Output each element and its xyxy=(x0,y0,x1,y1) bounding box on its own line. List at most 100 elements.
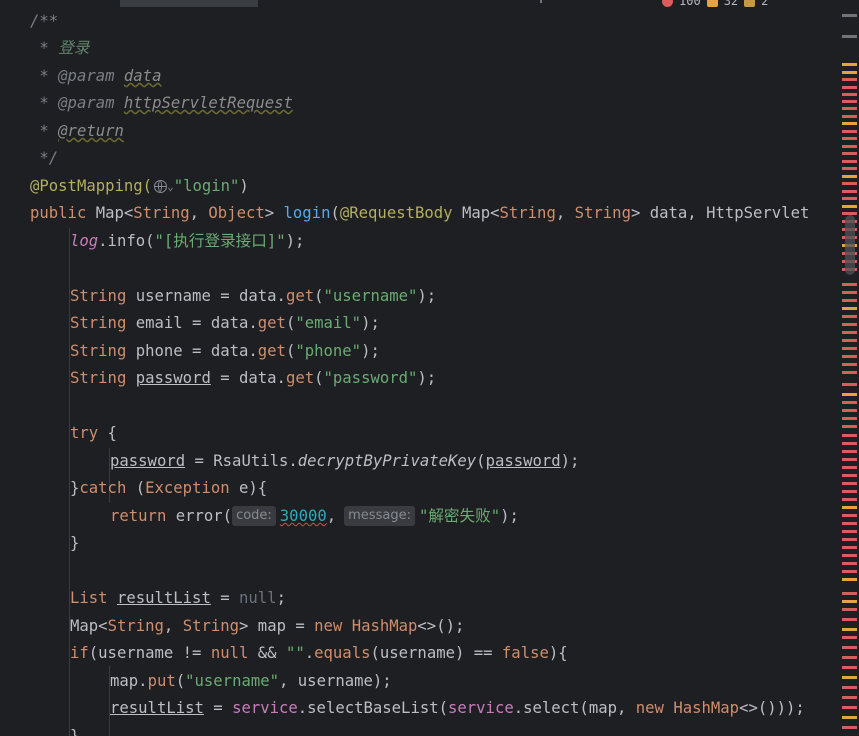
code-line[interactable]: String email = data.get("email"); xyxy=(70,310,380,337)
stripe-mark[interactable] xyxy=(842,137,857,140)
stripe-mark[interactable] xyxy=(842,323,857,326)
stripe-mark[interactable] xyxy=(842,450,857,453)
stripe-mark[interactable] xyxy=(842,160,857,163)
stripe-mark[interactable] xyxy=(842,716,857,719)
stripe-mark[interactable] xyxy=(842,726,857,729)
code-line[interactable]: resultList = service.selectBaseList(serv… xyxy=(110,695,805,722)
code-line[interactable]: }catch (Exception e){ xyxy=(70,475,267,502)
error-stripe[interactable] xyxy=(840,0,859,736)
stripe-mark[interactable] xyxy=(842,100,857,103)
stripe-mark[interactable] xyxy=(842,63,857,66)
stripe-mark[interactable] xyxy=(842,107,857,110)
code-line[interactable]: map.put("username", username); xyxy=(110,668,392,695)
stripe-mark[interactable] xyxy=(842,78,857,81)
stripe-mark[interactable] xyxy=(842,71,857,74)
stripe-mark[interactable] xyxy=(842,401,857,404)
stripe-mark[interactable] xyxy=(842,458,857,461)
stripe-mark[interactable] xyxy=(842,646,857,649)
code-line[interactable]: } xyxy=(70,530,79,557)
stripe-mark[interactable] xyxy=(842,656,857,659)
stripe-mark[interactable] xyxy=(842,383,857,386)
code-line[interactable]: */ xyxy=(30,145,58,172)
stripe-mark[interactable] xyxy=(842,145,857,148)
stripe-mark[interactable] xyxy=(842,152,857,155)
stripe-mark[interactable] xyxy=(842,363,857,366)
stripe-mark[interactable] xyxy=(842,618,857,621)
stripe-mark[interactable] xyxy=(842,530,857,533)
stripe-mark[interactable] xyxy=(842,122,857,125)
code-line[interactable]: String username = data.get("username"); xyxy=(70,283,436,310)
code-line[interactable]: * @param data xyxy=(30,63,161,90)
code-line[interactable]: if(username != null && "".equals(usernam… xyxy=(70,640,568,667)
code-line[interactable]: /** xyxy=(30,8,58,35)
stripe-mark[interactable] xyxy=(842,578,857,581)
code-line[interactable]: Map<String, String> map = new HashMap<>(… xyxy=(70,613,464,640)
code-line[interactable]: password = RsaUtils.decryptByPrivateKey(… xyxy=(110,448,579,475)
code-line[interactable]: String phone = data.get("phone"); xyxy=(70,338,380,365)
stripe-mark[interactable] xyxy=(842,696,857,699)
inspections-widget[interactable]: 100 32 2 xyxy=(662,0,768,8)
stripe-mark[interactable] xyxy=(842,190,857,193)
stripe-mark[interactable] xyxy=(842,506,857,509)
stripe-mark[interactable] xyxy=(842,628,857,631)
stripe-mark[interactable] xyxy=(842,538,857,541)
stripe-mark[interactable] xyxy=(842,299,857,302)
code-line[interactable]: try { xyxy=(70,420,117,447)
code-editor[interactable]: /** * 登录 * @param data * @param httpServ… xyxy=(30,8,838,736)
stripe-mark[interactable] xyxy=(842,339,857,342)
stripe-mark[interactable] xyxy=(842,474,857,477)
stripe-mark[interactable] xyxy=(842,355,857,358)
stripe-mark[interactable] xyxy=(842,197,857,200)
stripe-mark[interactable] xyxy=(842,554,857,557)
stripe-mark[interactable] xyxy=(842,562,857,565)
stripe-mark[interactable] xyxy=(842,291,857,294)
stripe-mark[interactable] xyxy=(842,307,857,310)
globe-icon[interactable] xyxy=(154,180,168,193)
stripe-mark[interactable] xyxy=(842,498,857,501)
stripe-mark[interactable] xyxy=(842,425,857,428)
stripe-mark[interactable] xyxy=(842,175,857,178)
stripe-mark[interactable] xyxy=(842,600,857,603)
stripe-mark[interactable] xyxy=(842,636,857,639)
stripe-mark[interactable] xyxy=(842,592,857,595)
code-line[interactable]: * 登录 xyxy=(30,35,89,62)
code-line[interactable]: return error(code: 30000, message: "解密失败"); xyxy=(110,503,519,530)
stripe-mark[interactable] xyxy=(842,86,857,89)
scrollbar-thumb[interactable] xyxy=(845,215,855,275)
stripe-mark[interactable] xyxy=(842,393,857,396)
stripe-mark[interactable] xyxy=(842,570,857,573)
stripe-mark[interactable] xyxy=(842,442,857,445)
stripe-mark[interactable] xyxy=(842,434,857,437)
stripe-mark[interactable] xyxy=(842,706,857,709)
stripe-mark[interactable] xyxy=(842,490,857,493)
chevron-down-icon[interactable]: ⌄ xyxy=(167,180,174,193)
code-line[interactable]: } xyxy=(70,723,79,736)
stripe-mark[interactable] xyxy=(842,93,857,96)
stripe-mark[interactable] xyxy=(842,167,857,170)
stripe-mark[interactable] xyxy=(842,182,857,185)
stripe-mark[interactable] xyxy=(842,130,857,133)
stripe-mark[interactable] xyxy=(842,676,857,679)
code-line[interactable]: public Map<String, Object> login(@Reques… xyxy=(30,200,809,227)
code-line[interactable]: * @return xyxy=(30,118,124,145)
stripe-mark[interactable] xyxy=(842,608,857,611)
code-line[interactable]: * @param httpServletRequest xyxy=(30,90,293,117)
stripe-mark[interactable] xyxy=(842,115,857,118)
stripe-mark[interactable] xyxy=(842,371,857,374)
stripe-mark[interactable] xyxy=(842,666,857,669)
stripe-mark[interactable] xyxy=(842,466,857,469)
code-line[interactable]: String password = data.get("password"); xyxy=(70,365,436,392)
stripe-mark[interactable] xyxy=(842,35,857,38)
stripe-mark[interactable] xyxy=(842,347,857,350)
stripe-mark[interactable] xyxy=(842,522,857,525)
code-line[interactable]: @PostMapping(⌄"login") xyxy=(30,173,249,200)
code-line[interactable]: log.info("[执行登录接口]"); xyxy=(70,228,304,255)
stripe-mark[interactable] xyxy=(842,417,857,420)
code-line[interactable]: List resultList = null; xyxy=(70,585,286,612)
stripe-mark[interactable] xyxy=(842,514,857,517)
editor-tab-active[interactable] xyxy=(120,0,258,7)
stripe-mark[interactable] xyxy=(842,315,857,318)
stripe-mark[interactable] xyxy=(842,331,857,334)
stripe-mark[interactable] xyxy=(842,205,857,208)
stripe-mark[interactable] xyxy=(842,482,857,485)
